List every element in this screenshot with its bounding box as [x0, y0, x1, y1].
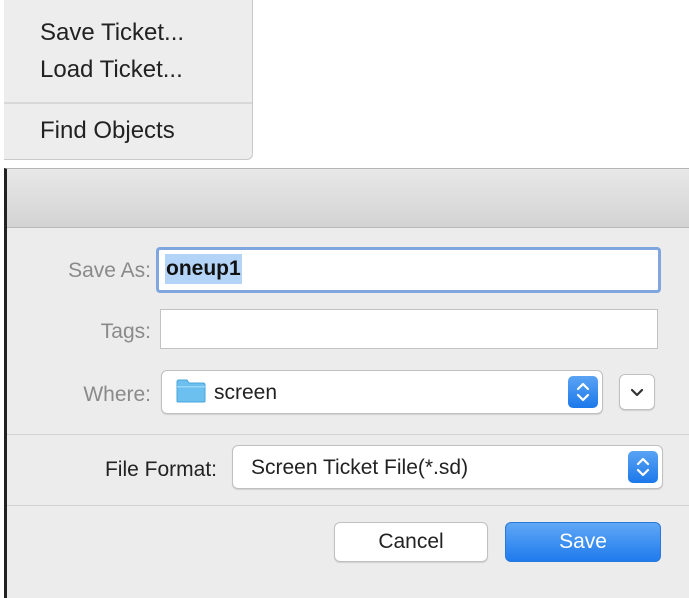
where-label: Where: [83, 383, 151, 406]
up-down-chevron-icon [636, 457, 650, 477]
where-popup[interactable]: screen [161, 370, 603, 414]
file-format-value: Screen Ticket File(*.sd) [251, 456, 469, 479]
expand-dialog-button[interactable] [619, 374, 655, 410]
screen: Save Ticket... Load Ticket... Find Objec… [0, 0, 689, 598]
menu-item-load-ticket[interactable]: Load Ticket... [40, 56, 183, 84]
file-format-stepper [628, 451, 658, 483]
section-divider [7, 434, 689, 435]
menu-separator [4, 102, 252, 104]
context-menu: Save Ticket... Load Ticket... Find Objec… [4, 0, 253, 160]
folder-icon [176, 379, 206, 403]
where-stepper [568, 376, 598, 408]
file-format-popup[interactable]: Screen Ticket File(*.sd) [232, 445, 663, 489]
menu-item-find-objects[interactable]: Find Objects [40, 117, 175, 145]
footer-divider [7, 505, 689, 506]
save-dialog: Save As: oneup1 Tags: Where: screen File… [4, 168, 689, 598]
tags-input[interactable] [160, 309, 658, 349]
save-as-value: oneup1 [165, 254, 242, 284]
cancel-button[interactable]: Cancel [334, 522, 488, 562]
save-as-label: Save As: [68, 259, 151, 282]
file-format-label: File Format: [104, 458, 217, 481]
save-as-input[interactable]: oneup1 [156, 247, 661, 293]
save-button[interactable]: Save [505, 522, 661, 562]
tags-label: Tags: [100, 320, 151, 343]
up-down-chevron-icon [576, 382, 590, 402]
dialog-titlebar [7, 169, 689, 228]
where-value: screen [214, 381, 278, 404]
menu-item-save-ticket[interactable]: Save Ticket... [40, 19, 184, 47]
chevron-down-icon [630, 388, 644, 397]
